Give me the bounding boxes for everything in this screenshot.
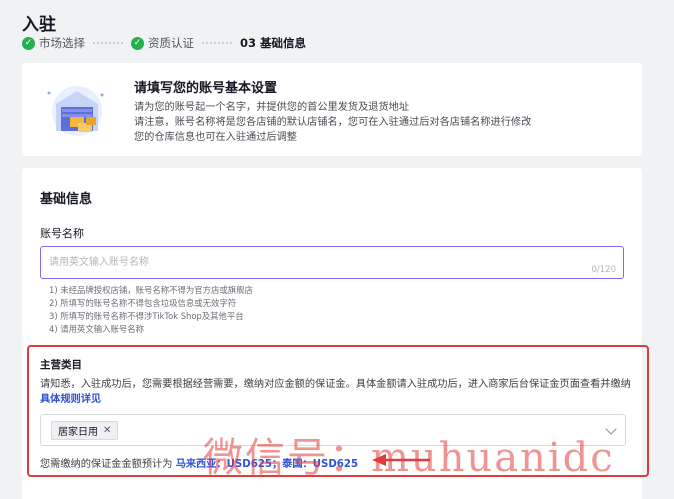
page-title: 入驻: [22, 15, 56, 35]
category-description: 请知悉，入驻成功后，您需要根据经营需要，缴纳对应金额的保证金。具体金额请入驻成功…: [40, 377, 635, 407]
account-name-label: 账号名称: [40, 227, 84, 240]
step-indicator: ✓ 市场选择 ✓ 资质认证 03 基础信息: [22, 35, 306, 51]
category-description-text: 请知悉，入驻成功后，您需要根据经营需要，缴纳对应金额的保证金。具体金额请入驻成功…: [40, 379, 631, 390]
step-label: 资质认证: [148, 36, 194, 50]
rule-item: 3) 所填写的账号名称不得涉TikTok Shop及其他平台: [49, 311, 244, 321]
intro-title: 请填写您的账号基本设置: [134, 81, 278, 96]
close-icon[interactable]: ✕: [103, 425, 111, 436]
step-number: 03: [240, 36, 257, 50]
category-tag: 居家日用 ✕: [51, 421, 119, 440]
account-name-field-box: 0/120: [40, 246, 624, 279]
rule-item: 2) 所填写的账号名称不得包含垃圾信息或无效字符: [49, 298, 237, 308]
step-qualification: ✓ 资质认证: [131, 35, 194, 51]
check-icon: ✓: [22, 36, 35, 50]
intro-text: 请注意，账号名称将是您各店铺的默认店铺名，您可在入驻通过后对各店铺名称进行修改: [134, 117, 532, 128]
step-basic-info: 03 基础信息: [240, 35, 306, 51]
rule-item: 1) 未经品牌授权店铺，账号名称不得为官方店或旗舰店: [49, 285, 253, 295]
step-divider: [202, 42, 232, 44]
rules-detail-link[interactable]: 具体规则详见: [40, 394, 101, 405]
step-market: ✓ 市场选择: [22, 35, 85, 51]
char-counter: 0/120: [591, 265, 617, 275]
step-label: 基础信息: [260, 36, 307, 50]
step-divider: [93, 42, 123, 44]
account-name-input[interactable]: [49, 247, 569, 278]
section-title: 基础信息: [40, 192, 93, 207]
deposit-prefix: 您需缴纳的保证金金额预计为: [40, 459, 173, 470]
intro-text: 请为您的账号起一个名字，并提供您的首公里发货及退货地址: [134, 102, 410, 113]
warehouse-illustration-icon: [47, 86, 104, 136]
category-tag-label: 居家日用: [58, 427, 98, 438]
step-label: 市场选择: [39, 36, 85, 50]
account-name-rules: 1) 未经品牌授权店铺，账号名称不得为官方店或旗舰店 2) 所填写的账号名称不得…: [49, 284, 253, 336]
rule-item: 4) 请用英文输入账号名称: [49, 324, 145, 334]
intro-card: 请填写您的账号基本设置 请为您的账号起一个名字，并提供您的首公里发货及退货地址 …: [22, 63, 642, 156]
category-label: 主营类目: [40, 359, 82, 371]
intro-text: 您的仓库信息也可在入驻通过后调整: [134, 132, 297, 143]
check-icon: ✓: [131, 36, 144, 50]
watermark-text: 微信号：muhuanidc: [203, 435, 615, 481]
